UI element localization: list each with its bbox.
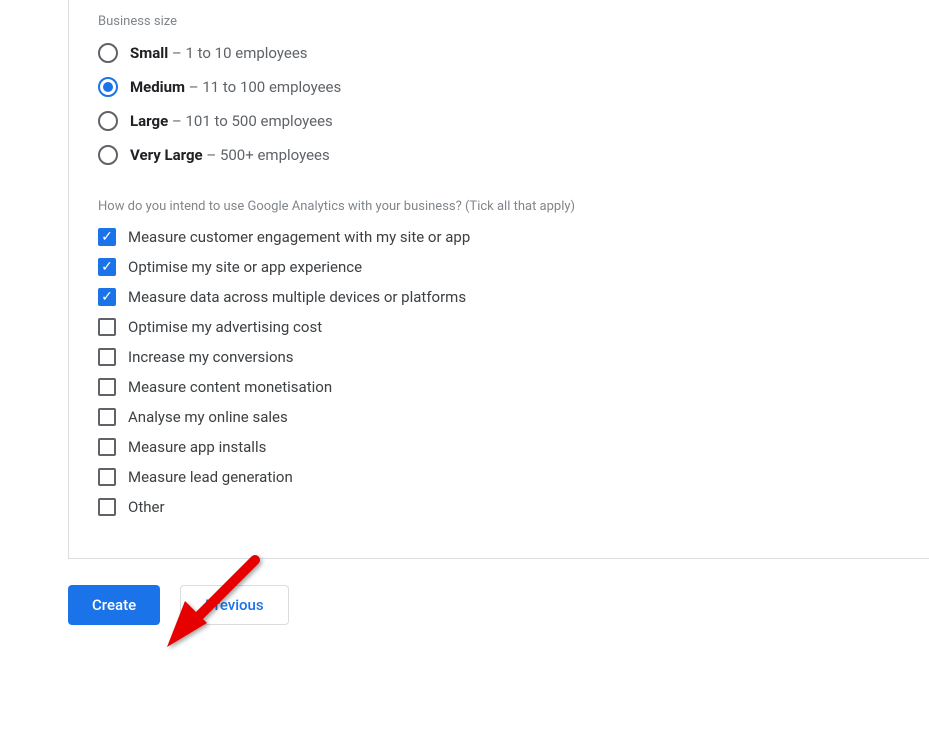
usage-label: How do you intend to use Google Analytic…: [98, 199, 929, 214]
radio-label: Small – 1 to 10 employees: [130, 44, 308, 62]
business-size-label: Business size: [98, 14, 929, 29]
checkmark-icon: ✓: [101, 260, 113, 274]
checkbox-option-optimise-experience[interactable]: ✓ Optimise my site or app experience: [98, 258, 929, 276]
radio-option-large[interactable]: Large – 101 to 500 employees: [98, 111, 929, 131]
radio-icon: [98, 145, 118, 165]
radio-option-small[interactable]: Small – 1 to 10 employees: [98, 43, 929, 63]
checkbox-icon: [98, 378, 116, 396]
checkbox-option-app-installs[interactable]: Measure app installs: [98, 438, 929, 456]
checkbox-label: Measure data across multiple devices or …: [128, 288, 466, 306]
radio-option-very-large[interactable]: Very Large – 500+ employees: [98, 145, 929, 165]
create-button[interactable]: Create: [68, 585, 160, 625]
radio-icon: [98, 111, 118, 131]
checkbox-option-online-sales[interactable]: Analyse my online sales: [98, 408, 929, 426]
checkbox-icon: ✓: [98, 288, 116, 306]
radio-icon: [98, 43, 118, 63]
checkbox-label: Measure content monetisation: [128, 378, 332, 396]
checkbox-icon: [98, 438, 116, 456]
checkmark-icon: ✓: [101, 290, 113, 304]
checkmark-icon: ✓: [101, 230, 113, 244]
checkbox-option-ad-cost[interactable]: Optimise my advertising cost: [98, 318, 929, 336]
checkbox-icon: [98, 498, 116, 516]
checkbox-label: Measure app installs: [128, 438, 266, 456]
checkbox-option-lead-gen[interactable]: Measure lead generation: [98, 468, 929, 486]
checkbox-icon: ✓: [98, 258, 116, 276]
checkbox-option-monetisation[interactable]: Measure content monetisation: [98, 378, 929, 396]
radio-label: Large – 101 to 500 employees: [130, 112, 333, 130]
checkbox-icon: [98, 318, 116, 336]
checkbox-option-multi-device[interactable]: ✓ Measure data across multiple devices o…: [98, 288, 929, 306]
checkbox-option-engagement[interactable]: ✓ Measure customer engagement with my si…: [98, 228, 929, 246]
checkbox-label: Increase my conversions: [128, 348, 294, 366]
radio-label: Medium – 11 to 100 employees: [130, 78, 341, 96]
radio-label: Very Large – 500+ employees: [130, 146, 330, 164]
checkbox-label: Optimise my advertising cost: [128, 318, 322, 336]
form-panel: Business size Small – 1 to 10 employees …: [68, 0, 929, 559]
checkbox-icon: [98, 468, 116, 486]
checkbox-label: Optimise my site or app experience: [128, 258, 362, 276]
checkbox-icon: ✓: [98, 228, 116, 246]
checkbox-icon: [98, 408, 116, 426]
checkbox-label: Measure customer engagement with my site…: [128, 228, 470, 246]
previous-button[interactable]: Previous: [180, 585, 289, 625]
checkbox-option-conversions[interactable]: Increase my conversions: [98, 348, 929, 366]
radio-dot-icon: [103, 82, 113, 92]
radio-option-medium[interactable]: Medium – 11 to 100 employees: [98, 77, 929, 97]
checkbox-option-other[interactable]: Other: [98, 498, 929, 516]
button-row: Create Previous: [68, 585, 929, 625]
radio-icon: [98, 77, 118, 97]
business-size-radio-group: Small – 1 to 10 employees Medium – 11 to…: [98, 43, 929, 165]
checkbox-label: Analyse my online sales: [128, 408, 288, 426]
checkbox-icon: [98, 348, 116, 366]
checkbox-label: Measure lead generation: [128, 468, 293, 486]
usage-checkbox-group: ✓ Measure customer engagement with my si…: [98, 228, 929, 516]
checkbox-label: Other: [128, 498, 165, 516]
